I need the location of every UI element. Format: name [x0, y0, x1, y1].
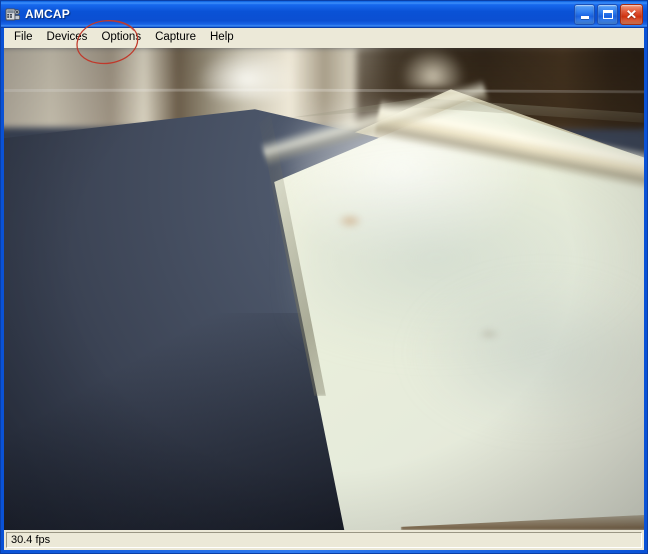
menu-item-help[interactable]: Help: [203, 30, 241, 47]
preview-window-light: [196, 48, 299, 100]
minimize-icon: [580, 15, 589, 19]
menu-bar: File Devices Options Capture Help: [4, 28, 644, 48]
maximize-icon: [602, 9, 613, 19]
camera-icon: [5, 6, 21, 22]
glass-smudge-2: [477, 328, 500, 340]
menu-item-options[interactable]: Options: [94, 30, 148, 47]
menu-item-devices[interactable]: Devices: [40, 30, 95, 47]
preview-window-light-2: [400, 48, 465, 88]
camera-preview-frame: [4, 48, 644, 530]
amcap-window: AMCAP ✕ File Devices Options Capture Hel…: [0, 0, 648, 554]
window-title: AMCAP: [25, 7, 70, 21]
scanner-glass-haze-2: [413, 278, 644, 428]
window-controls: ✕: [574, 3, 643, 25]
fps-label: 30.4 fps: [11, 533, 51, 546]
close-button[interactable]: ✕: [620, 3, 643, 25]
menu-item-capture[interactable]: Capture: [148, 30, 203, 47]
menu-item-file[interactable]: File: [7, 30, 40, 47]
glass-smudge: [336, 213, 363, 229]
close-icon: ✕: [625, 6, 638, 22]
camera-preview: [4, 48, 644, 530]
client-area: File Devices Options Capture Help 30.4 f…: [4, 28, 644, 550]
status-bar: 30.4 fps: [4, 530, 644, 550]
minimize-button[interactable]: [574, 3, 595, 25]
maximize-button[interactable]: [597, 3, 618, 25]
status-pane-fps: 30.4 fps: [6, 532, 642, 548]
title-bar[interactable]: AMCAP ✕: [1, 1, 647, 28]
